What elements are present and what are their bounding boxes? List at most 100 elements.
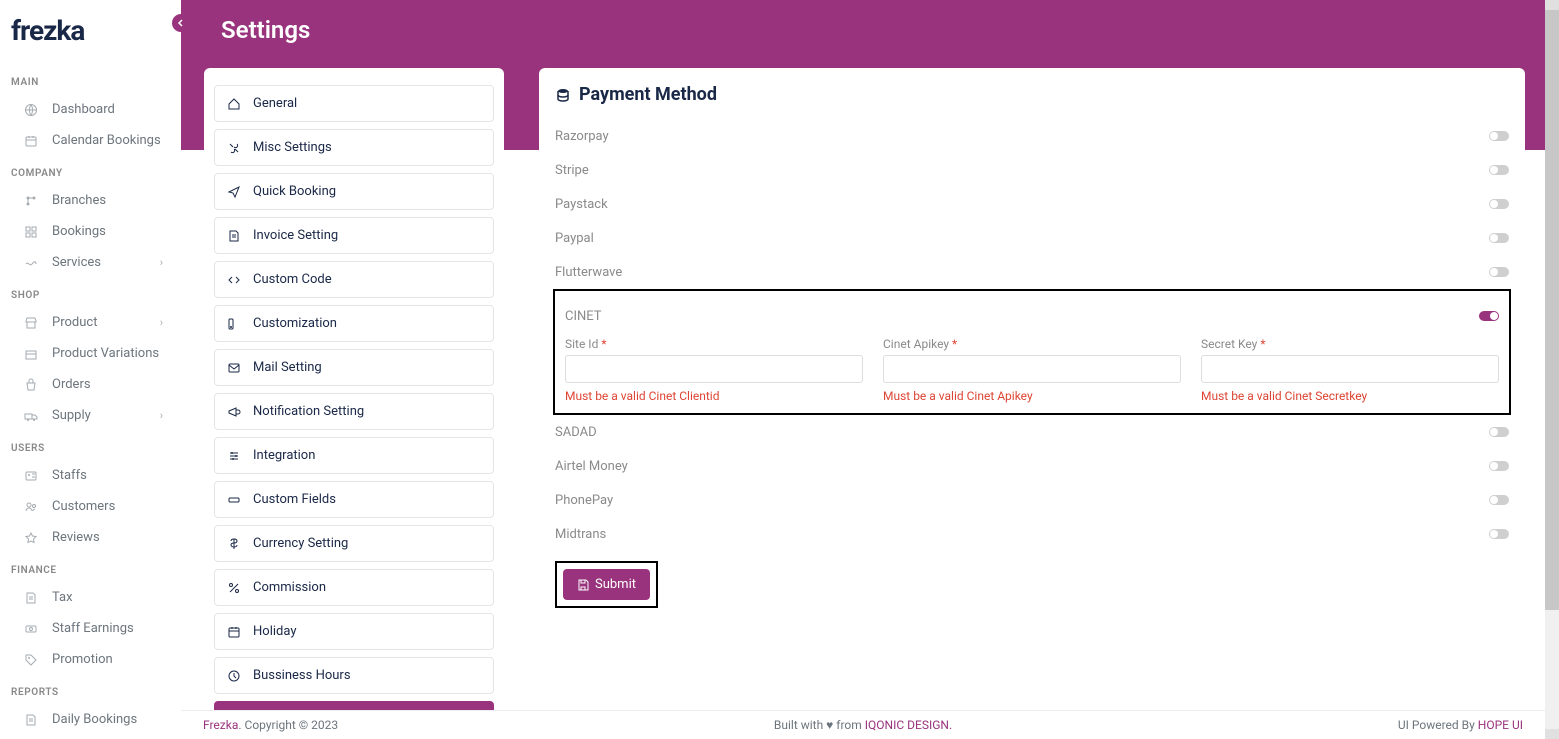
footer-iqonic-link[interactable]: IQONIC DESIGN.: [865, 718, 952, 732]
tag-icon: [24, 653, 38, 667]
sidebar-item-supply[interactable]: Supply›: [0, 400, 181, 431]
scrollbar-down-button[interactable]: [1545, 729, 1559, 739]
payment-row-midtrans: Midtrans: [555, 517, 1509, 551]
money-icon: [24, 622, 38, 636]
payment-label: Stripe: [555, 163, 589, 178]
arrow-left-icon: [176, 18, 186, 28]
settings-nav-label: Quick Booking: [253, 184, 336, 199]
toggle-razorpay[interactable]: [1489, 131, 1509, 141]
settings-nav-general[interactable]: General: [214, 85, 494, 122]
field-cinet-apikey: Cinet Apikey *Must be a valid Cinet Apik…: [883, 337, 1181, 403]
toggle-midtrans[interactable]: [1489, 529, 1509, 539]
sidebar-item-product-variations[interactable]: Product Variations: [0, 338, 181, 369]
toggle-sadad[interactable]: [1489, 427, 1509, 437]
settings-nav-holiday[interactable]: Holiday: [214, 613, 494, 650]
settings-nav-label: Holiday: [253, 624, 296, 639]
toggle-stripe[interactable]: [1489, 165, 1509, 175]
nav-label: Product Variations: [52, 346, 159, 361]
settings-nav-custom-fields[interactable]: Custom Fields: [214, 481, 494, 518]
scrollbar-thumb[interactable]: [1545, 10, 1559, 610]
panel-title-text: Payment Method: [579, 84, 717, 105]
payment-row-sadad: SADAD: [555, 415, 1509, 449]
sidebar-item-staffs[interactable]: Staffs: [0, 460, 181, 491]
field-error: Must be a valid Cinet Secretkey: [1201, 389, 1499, 403]
toggle-phonepay[interactable]: [1489, 495, 1509, 505]
toggle-airtel-money[interactable]: [1489, 461, 1509, 471]
payment-label: Flutterwave: [555, 265, 622, 280]
input-site-id[interactable]: [565, 355, 863, 383]
settings-nav-currency-setting[interactable]: Currency Setting: [214, 525, 494, 562]
settings-nav-payment-method[interactable]: Payment Method: [214, 701, 494, 710]
scrollbar-up-button[interactable]: [1545, 0, 1559, 10]
settings-nav-commission[interactable]: Commission: [214, 569, 494, 606]
settings-nav-custom-code[interactable]: Custom Code: [214, 261, 494, 298]
section-label: USERS: [0, 431, 181, 460]
field-site-id: Site Id *Must be a valid Cinet Clientid: [565, 337, 863, 403]
footer-copyright-text: . Copyright © 2023: [238, 718, 338, 732]
settings-nav-customization[interactable]: Customization: [214, 305, 494, 342]
toggle-flutterwave[interactable]: [1489, 267, 1509, 277]
toggle-paypal[interactable]: [1489, 233, 1509, 243]
sidebar-collapse-button[interactable]: [172, 14, 190, 32]
users-icon: [24, 500, 38, 514]
settings-nav-integration[interactable]: Integration: [214, 437, 494, 474]
sidebar-item-orders[interactable]: Orders: [0, 369, 181, 400]
sidebar-item-dashboard[interactable]: Dashboard: [0, 94, 181, 125]
wave-icon: [24, 256, 38, 270]
settings-nav-misc-settings[interactable]: Misc Settings: [214, 129, 494, 166]
nav-label: Product: [52, 315, 97, 330]
footer-hope-link[interactable]: HOPE UI: [1478, 718, 1523, 732]
sidebar-item-tax[interactable]: Tax: [0, 582, 181, 613]
field-label: Site Id *: [565, 337, 863, 351]
sidebar-item-reviews[interactable]: Reviews: [0, 522, 181, 553]
input-cinet-apikey[interactable]: [883, 355, 1181, 383]
save-icon: [577, 579, 589, 591]
nav-label: Calendar Bookings: [52, 133, 161, 148]
sidebar-item-bookings[interactable]: Bookings: [0, 216, 181, 247]
payment-label: Midtrans: [555, 527, 606, 542]
settings-nav-label: Custom Code: [253, 272, 332, 287]
field-label: Secret Key *: [1201, 337, 1499, 351]
settings-nav-mail-setting[interactable]: Mail Setting: [214, 349, 494, 386]
settings-nav-label: Bussiness Hours: [253, 668, 351, 683]
footer: Frezka. Copyright © 2023 Built with ♥ fr…: [181, 710, 1545, 739]
settings-nav-label: Misc Settings: [253, 140, 332, 155]
doc-icon: [24, 591, 38, 605]
settings-nav-label: Custom Fields: [253, 492, 336, 507]
toggle-paystack[interactable]: [1489, 199, 1509, 209]
settings-nav-notification-setting[interactable]: Notification Setting: [214, 393, 494, 430]
cinet-section: CINET Site Id *Must be a valid Cinet Cli…: [553, 289, 1511, 415]
sidebar-item-customers[interactable]: Customers: [0, 491, 181, 522]
chevron-right-icon: ›: [160, 409, 163, 422]
sidebar-item-calendar-bookings[interactable]: Calendar Bookings: [0, 125, 181, 156]
nav-label: Bookings: [52, 224, 106, 239]
shop-icon: [24, 316, 38, 330]
sidebar-item-services[interactable]: Services›: [0, 247, 181, 278]
sidebar-item-promotion[interactable]: Promotion: [0, 644, 181, 675]
footer-powered-text: UI Powered By: [1398, 718, 1478, 732]
panel-title: Payment Method: [555, 84, 1509, 105]
submit-button[interactable]: Submit: [563, 569, 650, 600]
required-asterisk: *: [1260, 337, 1265, 351]
sidebar-item-staff-earnings[interactable]: Staff Earnings: [0, 613, 181, 644]
settings-nav-quick-booking[interactable]: Quick Booking: [214, 173, 494, 210]
payment-label: Airtel Money: [555, 459, 628, 474]
toggle-cinet[interactable]: [1479, 311, 1499, 321]
settings-nav-label: Integration: [253, 448, 315, 463]
settings-nav-label: General: [253, 96, 297, 111]
sidebar-item-daily-bookings[interactable]: Daily Bookings: [0, 704, 181, 735]
doc-icon: [227, 229, 241, 243]
settings-nav-bussiness-hours[interactable]: Bussiness Hours: [214, 657, 494, 694]
settings-nav-label: Mail Setting: [253, 360, 322, 375]
input-secret-key[interactable]: [1201, 355, 1499, 383]
send-icon: [227, 185, 241, 199]
settings-nav-invoice-setting[interactable]: Invoice Setting: [214, 217, 494, 254]
scrollbar[interactable]: [1545, 0, 1559, 739]
id-icon: [24, 469, 38, 483]
sidebar-item-product[interactable]: Product›: [0, 307, 181, 338]
sidebar-item-branches[interactable]: Branches: [0, 185, 181, 216]
page-title: Settings: [221, 16, 310, 44]
footer-center: Built with ♥ from IQONIC DESIGN.: [774, 718, 952, 732]
truck-icon: [24, 409, 38, 423]
nav-label: Promotion: [52, 652, 113, 667]
